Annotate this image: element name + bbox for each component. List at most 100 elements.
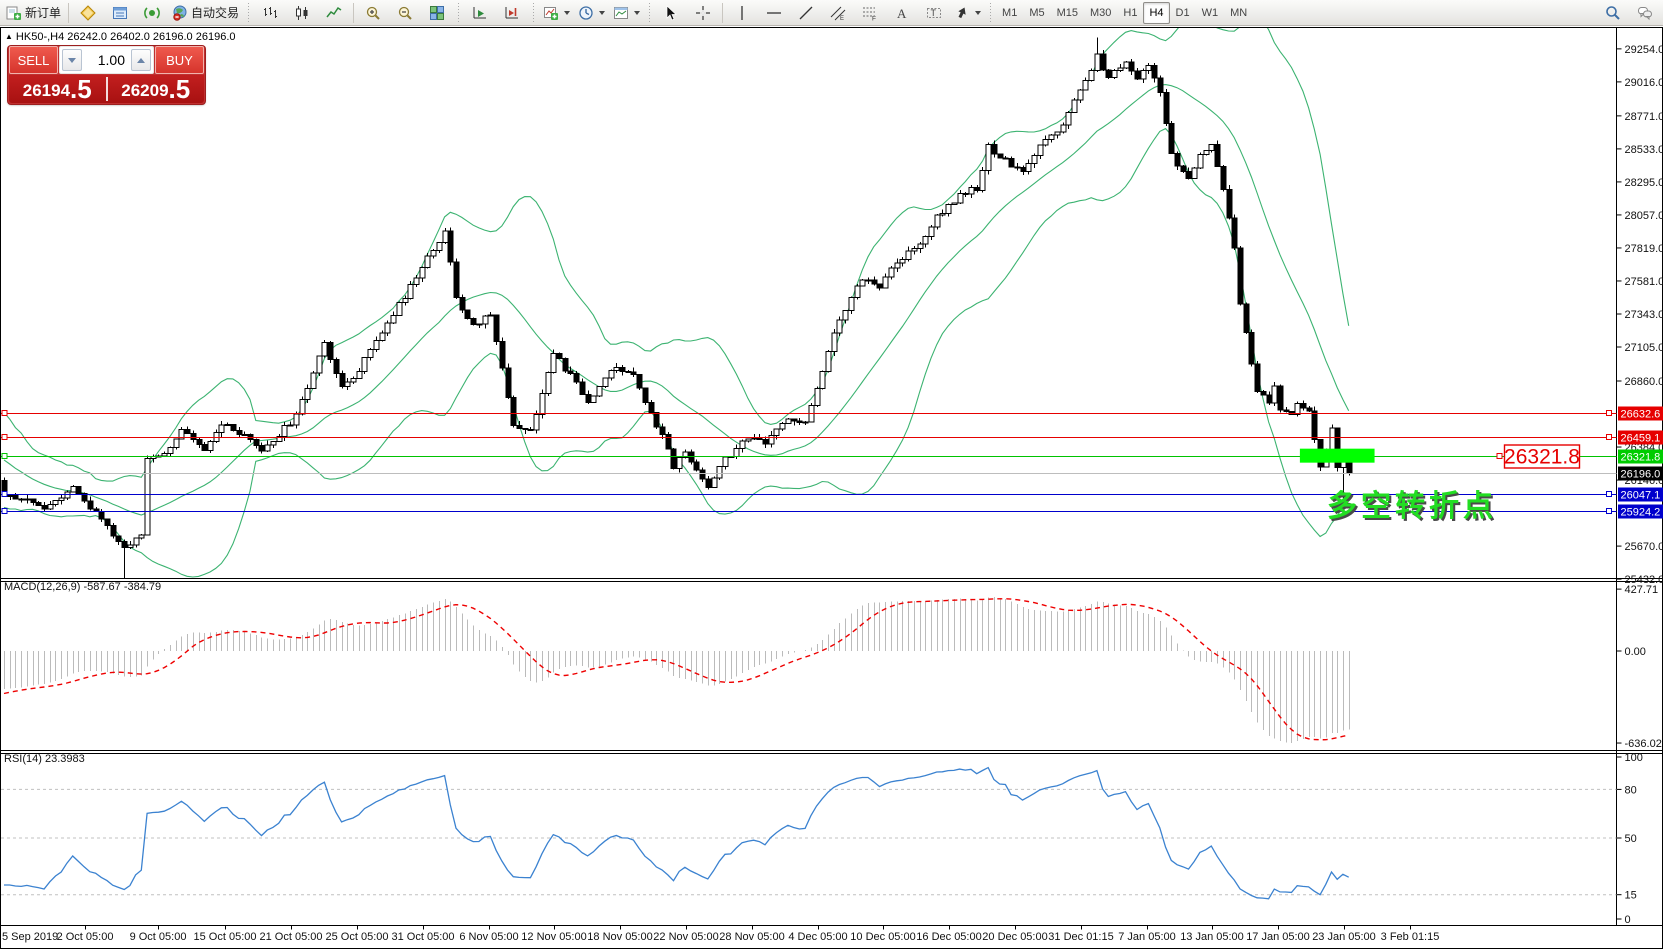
price-tick-label: 28057.0 bbox=[1625, 210, 1663, 222]
new-order-icon bbox=[6, 5, 22, 21]
time-axis-label: 31 Dec 01:15 bbox=[1048, 931, 1113, 943]
price-tick-label: 28533.0 bbox=[1625, 144, 1663, 156]
price-tick-label: 28295.0 bbox=[1625, 177, 1663, 189]
market-watch-button[interactable] bbox=[72, 1, 104, 25]
templates-icon bbox=[613, 5, 629, 21]
hline-handle[interactable] bbox=[1607, 509, 1612, 514]
tile-windows-button[interactable] bbox=[421, 1, 453, 25]
hline-handle[interactable] bbox=[2, 454, 7, 459]
toolbar-separator bbox=[246, 3, 251, 23]
macd-indicator-label: MACD(12,26,9) -587.67 -384.79 bbox=[4, 581, 161, 593]
bar-chart-button[interactable] bbox=[254, 1, 286, 25]
line-chart-icon bbox=[326, 5, 342, 21]
navigator-icon bbox=[144, 5, 160, 21]
chevron-down-icon[interactable] bbox=[564, 11, 570, 15]
svg-text:26047.1: 26047.1 bbox=[1621, 490, 1661, 502]
new-order-button[interactable]: 新订单 bbox=[2, 1, 65, 25]
crosshair-button[interactable] bbox=[687, 1, 719, 25]
trendline-button[interactable] bbox=[790, 1, 822, 25]
rsi-axis-label: 80 bbox=[1625, 784, 1637, 796]
arrows-button[interactable] bbox=[950, 1, 985, 25]
chevron-down-icon[interactable] bbox=[599, 11, 605, 15]
price-box-handle[interactable] bbox=[1497, 454, 1502, 459]
data-window-button[interactable] bbox=[104, 1, 136, 25]
zoom-in-button[interactable] bbox=[357, 1, 389, 25]
timeframe-button-m1[interactable]: M1 bbox=[996, 2, 1023, 24]
toolbar-separator bbox=[456, 3, 461, 23]
hline-handle[interactable] bbox=[1607, 492, 1612, 497]
volume-field[interactable]: 1.00 bbox=[59, 46, 154, 74]
search-icon bbox=[1605, 5, 1621, 21]
price-tick-label: 25670.0 bbox=[1625, 541, 1663, 553]
highlight-zone[interactable] bbox=[1300, 449, 1375, 463]
price-tick-label: 29016.0 bbox=[1625, 77, 1663, 89]
bid-price[interactable]: 26194.5 bbox=[9, 75, 106, 103]
time-axis-label: 22 Nov 05:00 bbox=[653, 931, 718, 943]
indicators-button[interactable] bbox=[539, 1, 574, 25]
chart-canvas[interactable]: 29254.029016.028771.028533.028295.028057… bbox=[0, 0, 1663, 949]
timeframe-button-m30[interactable]: M30 bbox=[1084, 2, 1117, 24]
hline-handle[interactable] bbox=[2, 411, 7, 416]
toolbar-separator bbox=[531, 3, 536, 23]
hline-handle[interactable] bbox=[2, 492, 7, 497]
timeframe-button-h1[interactable]: H1 bbox=[1117, 2, 1143, 24]
toolbar-separator bbox=[722, 3, 723, 23]
time-axis-label: 4 Dec 05:00 bbox=[788, 931, 847, 943]
timeframe-button-h4[interactable]: H4 bbox=[1143, 2, 1169, 24]
svg-text:T: T bbox=[931, 8, 937, 18]
time-axis-label: 5 Sep 2019 bbox=[2, 931, 58, 943]
sell-button[interactable]: SELL bbox=[9, 46, 58, 74]
hline-handle[interactable] bbox=[1607, 411, 1612, 416]
text-label-button[interactable]: T bbox=[918, 1, 950, 25]
collapse-panel-icon[interactable]: ▲ bbox=[5, 32, 13, 41]
volume-value[interactable]: 1.00 bbox=[84, 52, 129, 68]
toolbar: 新订单 自动交易 EFA T M1M5M15M30H1H4D1W1MN bbox=[0, 0, 1663, 26]
chart-window-frame bbox=[1, 28, 1663, 949]
auto-scroll-button[interactable] bbox=[464, 1, 496, 25]
rsi-axis-label: 50 bbox=[1625, 833, 1637, 845]
timeframe-button-m15[interactable]: M15 bbox=[1051, 2, 1084, 24]
auto-trading-label: 自动交易 bbox=[191, 4, 239, 21]
periods-button[interactable] bbox=[574, 1, 609, 25]
templates-button[interactable] bbox=[609, 1, 644, 25]
timeframe-button-w1[interactable]: W1 bbox=[1196, 2, 1225, 24]
chevron-down-icon[interactable] bbox=[634, 11, 640, 15]
cn-note-text[interactable]: 多空转折点 bbox=[1327, 490, 1497, 523]
candlestick-chart-button[interactable] bbox=[286, 1, 318, 25]
chart-shift-button[interactable] bbox=[496, 1, 528, 25]
volume-decrease-button[interactable] bbox=[62, 49, 82, 71]
fibonacci-button[interactable]: F bbox=[854, 1, 886, 25]
timeframe-button-mn[interactable]: MN bbox=[1224, 2, 1253, 24]
time-axis-label: 2 Oct 05:00 bbox=[57, 931, 114, 943]
timeframe-button-m5[interactable]: M5 bbox=[1023, 2, 1050, 24]
zoom-out-button[interactable] bbox=[389, 1, 421, 25]
buy-button[interactable]: BUY bbox=[155, 46, 204, 74]
price-tick-label: 27105.0 bbox=[1625, 342, 1663, 354]
search-button[interactable] bbox=[1597, 1, 1629, 25]
timeframe-button-d1[interactable]: D1 bbox=[1170, 2, 1196, 24]
chevron-down-icon[interactable] bbox=[975, 11, 981, 15]
auto-trading-button[interactable]: 自动交易 bbox=[168, 1, 243, 25]
ask-price[interactable]: 26209.5 bbox=[108, 75, 205, 103]
svg-text:26321.8: 26321.8 bbox=[1621, 452, 1661, 464]
horizontal-line-button[interactable] bbox=[758, 1, 790, 25]
svg-text:25924.2: 25924.2 bbox=[1621, 507, 1661, 519]
text-label-icon: T bbox=[926, 5, 942, 21]
volume-increase-button[interactable] bbox=[131, 49, 151, 71]
rsi-axis-label: 0 bbox=[1625, 914, 1631, 926]
hline-handle[interactable] bbox=[1607, 435, 1612, 440]
macd-axis-label: 427.71 bbox=[1625, 584, 1659, 596]
cursor-button[interactable] bbox=[655, 1, 687, 25]
line-chart-button[interactable] bbox=[318, 1, 350, 25]
text-button[interactable]: A bbox=[886, 1, 918, 25]
time-axis-label: 20 Dec 05:00 bbox=[982, 931, 1047, 943]
chat-button[interactable] bbox=[1629, 1, 1661, 25]
vertical-line-icon bbox=[734, 5, 750, 21]
candlestick-chart-icon bbox=[294, 5, 310, 21]
hline-handle[interactable] bbox=[2, 435, 7, 440]
hline-handle[interactable] bbox=[2, 509, 7, 514]
equidistant-channel-button[interactable]: E bbox=[822, 1, 854, 25]
vertical-line-button[interactable] bbox=[726, 1, 758, 25]
equidistant-channel-icon: E bbox=[830, 5, 846, 21]
navigator-button[interactable] bbox=[136, 1, 168, 25]
